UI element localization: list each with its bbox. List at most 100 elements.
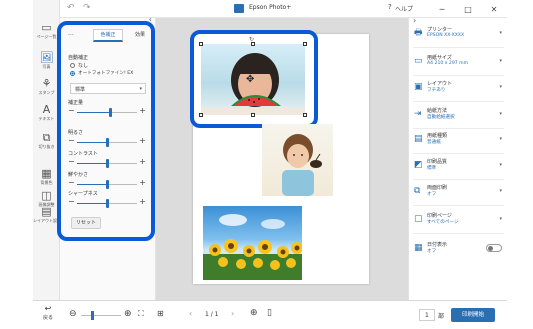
divider	[413, 205, 504, 206]
copies-unit: 部	[438, 313, 445, 320]
setting-name: 印刷品質	[427, 159, 448, 165]
photo-child-beetle[interactable]	[262, 124, 333, 196]
setting-layout[interactable]: ▣ レイアウト フチあり ▾	[409, 76, 508, 102]
close-icon[interactable]: ✕	[481, 0, 507, 18]
photo-child-image	[282, 134, 322, 196]
rail-item-background[interactable]: ▦ 背景色	[33, 167, 60, 186]
print-settings-panel: › 🖶 プリンター EPSON XX-XXXX ▾ ▭ 用紙サイズ A4 210 x 297…	[408, 16, 508, 300]
setting-name: レイアウト	[427, 81, 453, 87]
date-icon: ▦	[414, 243, 423, 253]
grid-icon[interactable]: ⊞	[157, 309, 164, 318]
rail-item-layout[interactable]: ▤ レイアウト設定	[33, 205, 61, 224]
setting-name: 用紙種類	[427, 133, 448, 139]
stamp-icon: ⚘	[41, 77, 52, 90]
page-list-icon: ▭	[41, 21, 52, 34]
setting-printer[interactable]: 🖶 プリンター EPSON XX-XXXX ▾	[409, 22, 508, 48]
setting-paper-size[interactable]: ▭ 用紙サイズ A4 210 x 297 mm ▾	[409, 50, 508, 76]
zoom-slider[interactable]	[81, 311, 121, 320]
setting-print-quality[interactable]: ◩ 印刷品質 標準 ▾	[409, 154, 508, 180]
rail-item-text[interactable]: A テキスト	[33, 103, 60, 122]
setting-value: 普通紙	[427, 140, 441, 145]
setting-name: 日付表示	[427, 242, 448, 248]
chevron-down-icon: ▾	[499, 84, 502, 90]
delete-page-icon[interactable]: ▯	[267, 308, 272, 318]
divider	[413, 47, 504, 48]
photo-highlight	[190, 30, 318, 128]
rail-item-photo[interactable]: 🖼 写真	[33, 51, 60, 70]
setting-name: 印刷ページ	[427, 213, 452, 219]
text-icon: A	[42, 103, 51, 116]
divider	[413, 101, 504, 102]
duplex-icon: ⧉	[414, 186, 421, 196]
paper-size-icon: ▭	[414, 56, 423, 66]
undo-icon[interactable]: ↶	[67, 3, 75, 13]
setting-duplex[interactable]: ⧉ 両面印刷 オフ ▾	[409, 180, 508, 206]
background-icon: ▦	[41, 167, 52, 180]
divider	[413, 233, 504, 234]
setting-value: オフ	[427, 192, 437, 197]
paper-type-icon: ▤	[414, 134, 423, 144]
setting-paper-type[interactable]: ▤ 用紙種類 普通紙 ▾	[409, 128, 508, 154]
chevron-down-icon: ▾	[499, 58, 502, 64]
setting-value: 自動給紙選択	[427, 115, 455, 120]
prev-page-icon[interactable]: ‹	[189, 309, 192, 318]
paper-source-icon: ⇥	[414, 109, 422, 119]
date-toggle[interactable]	[486, 244, 502, 252]
printer-icon: 🖶	[414, 28, 423, 38]
rail-item-crop[interactable]: ⧉ 切り抜き	[33, 131, 60, 150]
chevron-down-icon: ▾	[499, 216, 502, 222]
chevron-down-icon: ▾	[499, 162, 502, 168]
back-arrow-icon: ↩	[44, 304, 52, 313]
rail-item-stamp[interactable]: ⚘ スタンプ	[33, 77, 60, 96]
layout-icon: ▣	[414, 82, 423, 92]
maximize-icon[interactable]: □	[455, 0, 481, 18]
setting-name: 用紙サイズ	[427, 55, 452, 61]
help-icon[interactable]: ?	[388, 3, 392, 11]
adjust-icon: ◫	[41, 189, 52, 202]
print-quality-icon: ◩	[414, 160, 423, 170]
next-page-icon[interactable]: ›	[231, 309, 234, 318]
layout-icon: ▤	[41, 205, 52, 218]
setting-value: オフ	[427, 249, 437, 254]
redo-icon[interactable]: ↷	[83, 3, 91, 13]
photo-icon: 🖼	[39, 51, 54, 64]
toggle-knob	[488, 246, 493, 251]
minimize-icon[interactable]: ─	[429, 0, 455, 18]
chevron-down-icon: ▾	[499, 188, 502, 194]
fit-screen-icon[interactable]: ⛶	[138, 309, 144, 319]
chevron-down-icon: ▾	[499, 136, 502, 142]
setting-name: プリンター	[427, 27, 453, 33]
setting-print-pages[interactable]: ▢ 印刷ページ すべてのページ ▾	[409, 208, 508, 234]
bottom-toolbar: ↩ 戻る ⊖ ⊕ ⛶ ⊞ ‹ 1 / 1 › ⊕ ▯ 1 部 印刷開始	[33, 300, 507, 329]
zoom-slider-knob[interactable]	[91, 311, 94, 320]
setting-value: フチあり	[427, 88, 446, 93]
titlebar: ☰ ↶ ↷ Epson Photo+ ? ヘルプ ─ □ ✕	[33, 0, 507, 18]
help-label[interactable]: ヘルプ	[395, 4, 413, 13]
setting-name: 両面印刷	[427, 185, 448, 191]
copies-input[interactable]: 1	[419, 309, 435, 321]
photo-sunflowers-image	[203, 214, 302, 280]
chevron-down-icon: ▾	[499, 30, 502, 36]
setting-value: すべてのページ	[427, 220, 459, 225]
chevron-down-icon: ▾	[499, 111, 502, 117]
print-pages-icon: ▢	[414, 214, 423, 224]
left-rail: ▭ ページ一覧 🖼 写真 ⚘ スタンプ A テキスト ⧉ 切り抜き ▦ 背景色 …	[33, 0, 61, 300]
setting-paper-source[interactable]: ⇥ 給紙方法 自動給紙選択 ▾	[409, 103, 508, 129]
panel-highlight	[57, 21, 155, 241]
zoom-out-icon[interactable]: ⊖	[69, 309, 77, 319]
page-indicator: 1 / 1	[205, 311, 219, 318]
crop-icon: ⧉	[42, 131, 51, 144]
app-title: Epson Photo+	[249, 4, 292, 11]
back-button[interactable]: ↩ 戻る	[37, 304, 59, 326]
print-button[interactable]: 印刷開始	[451, 308, 495, 322]
setting-value: EPSON XX-XXXX	[427, 33, 465, 38]
photo-sunflowers[interactable]	[203, 206, 302, 280]
setting-date[interactable]: ▦ 日付表示 オフ	[409, 237, 508, 263]
setting-value: 標準	[427, 166, 437, 171]
add-page-icon[interactable]: ⊕	[250, 308, 258, 318]
app-logo-icon	[234, 4, 244, 13]
zoom-in-icon[interactable]: ⊕	[124, 309, 132, 319]
setting-value: A4 210 x 297 mm	[427, 61, 469, 66]
rail-item-pages[interactable]: ▭ ページ一覧	[33, 21, 60, 40]
setting-name: 給紙方法	[427, 108, 448, 114]
